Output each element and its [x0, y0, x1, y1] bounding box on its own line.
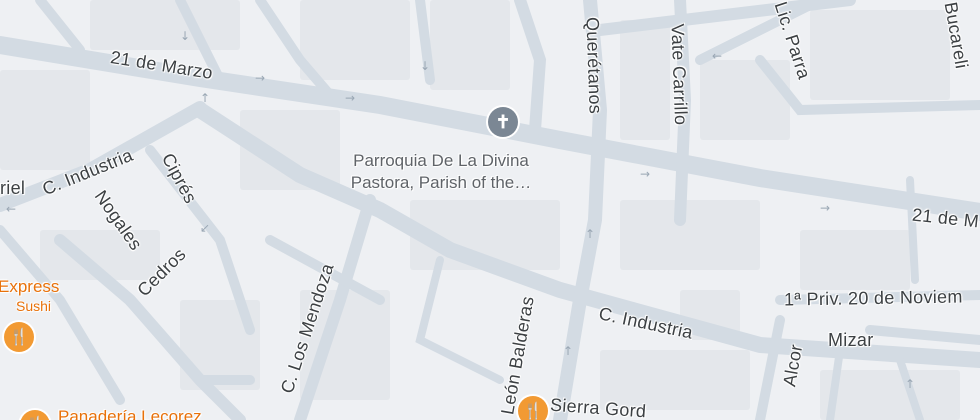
map-canvas[interactable]: → → → → ↑ ← ← ↑ ↑ ↑ ↓ ↓ ↙ 21 de Marzo 21…	[0, 0, 980, 420]
place-name-line: Parroquia De La Divina	[353, 151, 529, 170]
svg-text:↑: ↑	[563, 344, 573, 358]
street-label: Vate Carrillo	[667, 23, 692, 126]
street-label: Querétanos	[582, 16, 606, 115]
svg-text:→: →	[255, 71, 265, 85]
street-label: Mizar	[828, 330, 874, 350]
svg-text:→: →	[640, 167, 650, 181]
svg-text:→: →	[820, 201, 830, 215]
svg-text:↓: ↓	[180, 29, 190, 43]
place-label-panaderia[interactable]: Panadería Lecorez	[58, 406, 202, 420]
place-subtitle: Sushi	[16, 298, 52, 314]
place-name-line: Pastora, Parish of the…	[350, 173, 532, 192]
church-icon[interactable]: ✝	[488, 107, 518, 137]
svg-text:↑: ↑	[905, 377, 915, 391]
svg-text:↓: ↓	[420, 59, 430, 73]
place-label-express[interactable]: Express Sushi	[0, 276, 59, 314]
place-name-line: Express	[0, 277, 60, 296]
svg-text:↙: ↙	[200, 221, 210, 235]
svg-text:←: ←	[6, 202, 16, 216]
svg-text:→: →	[345, 91, 355, 105]
restaurant-icon[interactable]: 🍴	[518, 396, 548, 420]
svg-text:↑: ↑	[200, 91, 210, 105]
street-label: 1ª Priv. 20 de Noviem	[783, 286, 963, 310]
place-label-parroquia[interactable]: Parroquia De La Divina Pastora, Parish o…	[330, 150, 552, 194]
svg-text:↑: ↑	[585, 227, 595, 241]
street-label: riel	[0, 178, 26, 198]
svg-text:←: ←	[712, 49, 722, 63]
restaurant-icon[interactable]: 🍴	[4, 322, 34, 352]
